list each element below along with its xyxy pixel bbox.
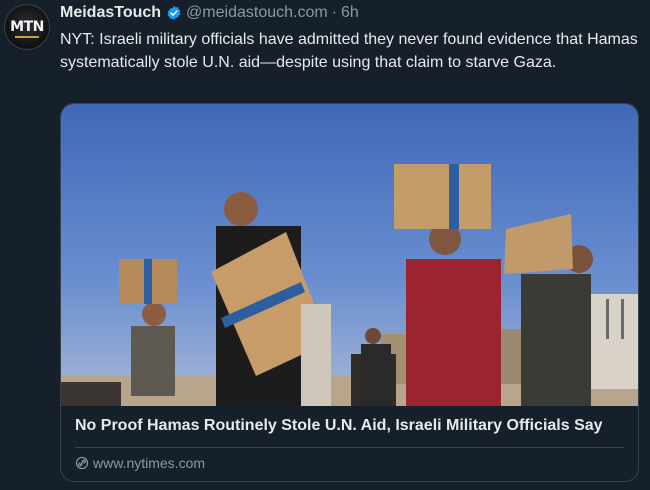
avatar[interactable]: MTN <box>4 4 50 50</box>
link-icon <box>75 456 89 470</box>
display-name[interactable]: MeidasTouch <box>60 4 161 22</box>
link-card-domain-text: www.nytimes.com <box>93 455 206 471</box>
post-header: MeidasTouch @meidastouch.com · 6h <box>60 3 359 23</box>
link-card-image[interactable] <box>61 104 638 406</box>
post: MTN MeidasTouch @meidastouch.com · 6h NY… <box>0 0 650 490</box>
link-card[interactable]: No Proof Hamas Routinely Stole U.N. Aid,… <box>60 103 639 482</box>
avatar-logo-text: MTN <box>10 19 44 35</box>
account-handle[interactable]: @meidastouch.com <box>186 4 328 22</box>
header-separator: · <box>331 4 338 21</box>
link-card-title[interactable]: No Proof Hamas Routinely Stole U.N. Aid,… <box>75 417 603 435</box>
link-card-divider <box>75 447 624 448</box>
verified-badge-icon <box>166 5 182 21</box>
link-card-domain[interactable]: www.nytimes.com <box>75 455 205 471</box>
post-text: NYT: Israeli military officials have adm… <box>60 31 638 71</box>
post-timestamp[interactable]: 6h <box>341 4 359 22</box>
avatar-logo-underline <box>15 36 39 38</box>
